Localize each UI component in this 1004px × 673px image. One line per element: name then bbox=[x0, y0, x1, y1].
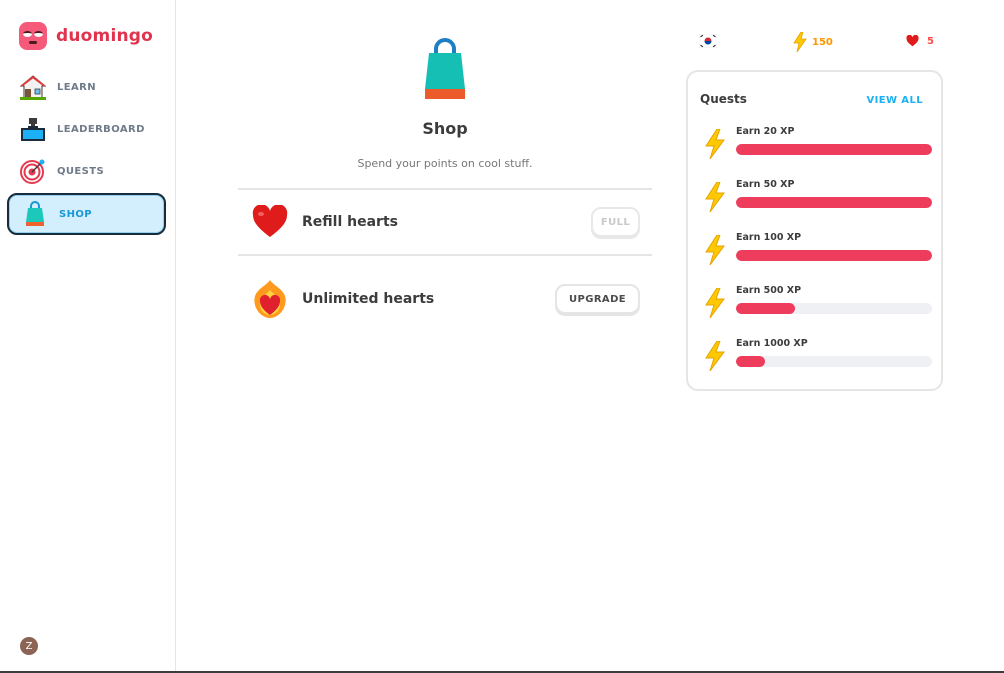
shopping-bag-icon bbox=[423, 37, 467, 99]
quest-label: Earn 50 XP bbox=[736, 179, 795, 190]
upgrade-button[interactable]: UPGRADE bbox=[554, 284, 640, 314]
quest-progress-bar bbox=[736, 250, 932, 261]
language-flag[interactable] bbox=[699, 34, 717, 48]
lightning-bolt-icon bbox=[705, 235, 725, 265]
shop-item-refill-hearts: Refill hearts FULL bbox=[238, 192, 652, 252]
hearts-count: 5 bbox=[927, 35, 934, 47]
sidebar-item-label: LEARN bbox=[57, 81, 97, 93]
quest-item: Earn 20 XP bbox=[700, 126, 932, 166]
quest-label: Earn 1000 XP bbox=[736, 338, 808, 349]
sidebar-item-learn[interactable]: LEARN bbox=[7, 67, 166, 107]
view-all-link[interactable]: VIEW ALL bbox=[867, 95, 924, 106]
app-root: duomingo LEARN LEADERBOARD QUESTS SHOP Z… bbox=[0, 0, 1004, 673]
sidebar-item-leaderboard[interactable]: LEADERBOARD bbox=[7, 109, 166, 149]
sidebar: duomingo LEARN LEADERBOARD QUESTS SHOP Z bbox=[0, 0, 176, 672]
red-heart-icon bbox=[250, 202, 290, 242]
divider bbox=[238, 254, 652, 256]
divider bbox=[238, 188, 652, 190]
hearts-counter[interactable]: 5 bbox=[906, 35, 934, 47]
quest-item: Earn 50 XP bbox=[700, 179, 932, 219]
quest-progress-bar bbox=[736, 303, 932, 314]
sidebar-item-label: QUESTS bbox=[57, 165, 105, 177]
shop-item-label: Refill hearts bbox=[302, 214, 398, 230]
sidebar-item-label: LEADERBOARD bbox=[57, 123, 145, 135]
refill-hearts-button[interactable]: FULL bbox=[591, 207, 640, 237]
south-korea-flag-icon bbox=[699, 34, 717, 48]
shop-item-unlimited-hearts: Unlimited hearts UPGRADE bbox=[238, 269, 652, 329]
house-icon bbox=[18, 72, 48, 102]
quest-item: Earn 100 XP bbox=[700, 232, 932, 272]
lightning-bolt-icon bbox=[705, 288, 725, 318]
quest-progress-bar bbox=[736, 197, 932, 208]
shopping-bag-icon bbox=[20, 199, 50, 229]
logo-mascot-icon bbox=[19, 22, 47, 50]
quest-label: Earn 500 XP bbox=[736, 285, 802, 296]
xp-count: 150 bbox=[812, 36, 833, 48]
lightning-bolt-icon bbox=[793, 32, 807, 52]
logo-text: duomingo bbox=[56, 26, 154, 46]
page-subtitle: Spend your points on cool stuff. bbox=[357, 157, 533, 170]
avatar[interactable]: Z bbox=[20, 637, 38, 655]
lightning-bolt-icon bbox=[705, 129, 725, 159]
quests-title: Quests bbox=[700, 92, 747, 106]
quest-label: Earn 100 XP bbox=[736, 232, 802, 243]
quest-item: Earn 500 XP bbox=[700, 285, 932, 325]
podium-icon bbox=[18, 114, 48, 144]
quest-item: Earn 1000 XP bbox=[700, 338, 932, 378]
quests-panel: Quests VIEW ALL Earn 20 XP Earn 50 XP Ea… bbox=[686, 70, 943, 391]
sidebar-item-label: SHOP bbox=[59, 208, 93, 220]
quest-progress-bar bbox=[736, 144, 932, 155]
stats-bar: 150 5 bbox=[697, 32, 937, 54]
page-title: Shop bbox=[422, 119, 468, 138]
quest-label: Earn 20 XP bbox=[736, 126, 795, 137]
heart-on-fire-icon bbox=[250, 279, 290, 319]
sidebar-item-quests[interactable]: QUESTS bbox=[7, 151, 166, 191]
lightning-bolt-icon bbox=[705, 341, 725, 371]
xp-counter[interactable]: 150 bbox=[793, 32, 833, 52]
shop-item-label: Unlimited hearts bbox=[302, 291, 435, 307]
quest-progress-bar bbox=[736, 356, 932, 367]
sidebar-item-shop[interactable]: SHOP bbox=[7, 193, 166, 235]
target-icon bbox=[18, 156, 48, 186]
logo[interactable]: duomingo bbox=[19, 22, 153, 50]
heart-icon bbox=[906, 35, 919, 47]
lightning-bolt-icon bbox=[705, 182, 725, 212]
